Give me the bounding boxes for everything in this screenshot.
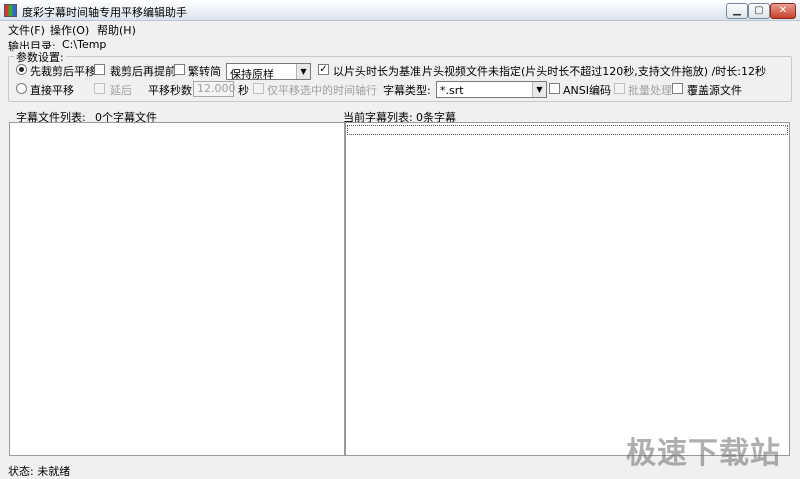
checkbox-trad-simp[interactable] [174, 64, 185, 75]
status-bar: 状态: 未就绪 [0, 458, 800, 479]
radio-direct-shift[interactable] [16, 83, 27, 94]
maximize-button[interactable]: ▢ [748, 3, 770, 19]
checkbox-cut-advance[interactable] [94, 64, 105, 75]
checkbox-only-selected-label: 仅平移选中的时间轴行 [267, 84, 377, 97]
status-text: 状态: 未就绪 [8, 465, 71, 478]
subtitle-type-label: 字幕类型: [383, 84, 431, 97]
list-focus-row[interactable] [347, 125, 788, 135]
checkbox-overwrite[interactable] [672, 83, 683, 94]
checkbox-opening-base[interactable]: ✓ [318, 64, 329, 75]
app-icon [4, 4, 17, 17]
checkbox-overwrite-label[interactable]: 覆盖源文件 [687, 82, 742, 98]
menu-bar: 文件(F) 操作(O) 帮助(H) [0, 21, 800, 38]
output-dir-path[interactable]: C:\Temp [62, 38, 106, 51]
chevron-down-icon[interactable]: ▼ [532, 82, 546, 97]
radio-direct-shift-label[interactable]: 直接平移 [30, 82, 74, 98]
checkbox-opening-base-label[interactable]: 以片头时长为基准 [333, 63, 421, 79]
shift-seconds-label: 平移秒数: [148, 84, 196, 97]
checkbox-delay-label: 延后 [110, 84, 132, 97]
checkbox-ansi[interactable] [549, 83, 560, 94]
window-title: 度彩字幕时间轴专用平移编辑助手 [22, 6, 187, 19]
menu-operate[interactable]: 操作(O) [50, 22, 89, 38]
checkbox-delay[interactable] [94, 83, 105, 94]
checkbox-trad-simp-label[interactable]: 繁转简 [188, 63, 221, 79]
checkbox-ansi-label[interactable]: ANSI编码 [563, 82, 611, 98]
minimize-button[interactable]: ▁ [726, 3, 748, 19]
convert-mode-select[interactable]: 保持原样 ▼ [226, 63, 311, 81]
radio-cut-then-shift-label[interactable]: 先裁剪后平移 [30, 63, 96, 79]
checkbox-cut-advance-label[interactable]: 裁剪后再提前 [110, 63, 176, 79]
menu-file[interactable]: 文件(F) [8, 22, 45, 38]
subtitle-entry-list[interactable] [345, 122, 790, 456]
check-icon: ✓ [319, 64, 328, 75]
subtitle-type-value: *.srt [440, 84, 464, 97]
checkbox-batch[interactable] [614, 83, 625, 94]
title-bar: 度彩字幕时间轴专用平移编辑助手 ▁ ▢ ✕ [0, 0, 800, 21]
close-button[interactable]: ✕ [770, 3, 796, 19]
menu-help[interactable]: 帮助(H) [97, 22, 136, 38]
chevron-down-icon[interactable]: ▼ [296, 64, 310, 79]
convert-mode-value: 保持原样 [230, 68, 274, 81]
seconds-unit-label: 秒 [238, 84, 249, 97]
subtitle-type-select[interactable]: *.srt ▼ [436, 81, 547, 98]
shift-seconds-input[interactable]: 12.000 [193, 81, 236, 97]
radio-cut-then-shift[interactable] [16, 64, 27, 75]
checkbox-batch-label: 批量处理 [628, 84, 672, 97]
checkbox-only-selected[interactable] [253, 83, 264, 94]
opening-info-text: 片头视频文件未指定(片头时长不超过120秒,支持文件拖放) /时长:12秒 [422, 65, 766, 78]
subtitle-file-list[interactable] [9, 122, 345, 456]
